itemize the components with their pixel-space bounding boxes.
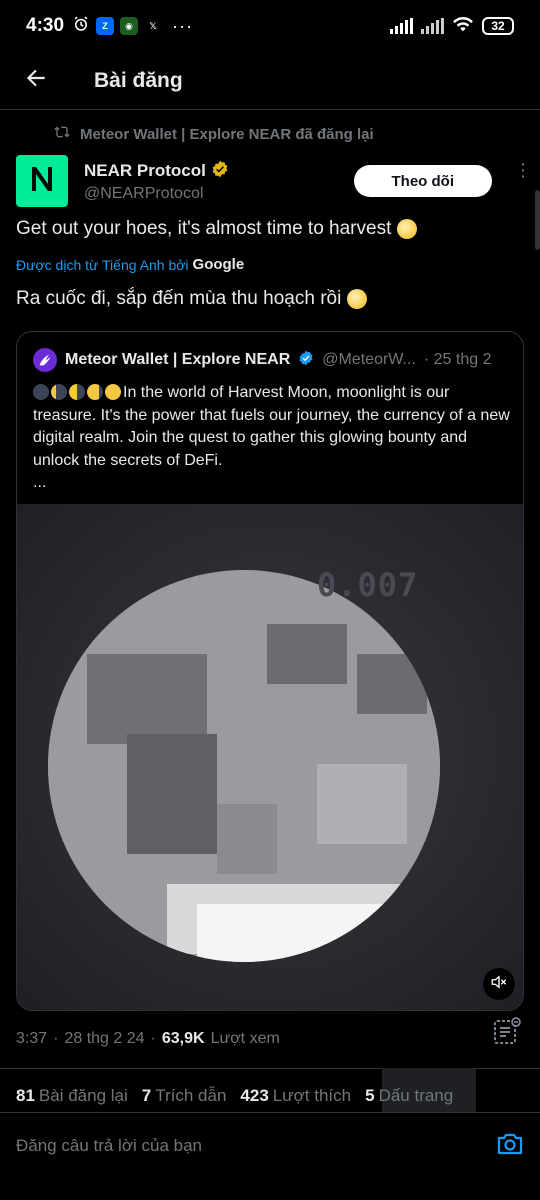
quoted-media-video[interactable]: 0.007 [17,504,523,1010]
quoted-body: In the world of Harvest Moon, moonlight … [33,382,513,472]
translated-text-content: Ra cuốc đi, sắp đến mùa thu hoạch rồi [16,288,342,309]
meta-separator: · [53,1030,59,1047]
near-logo-icon [27,164,57,199]
repost-icon [54,124,70,144]
signal-2-icon [421,18,444,34]
scrollbar[interactable] [535,190,540,250]
status-time: 4:30 [26,15,65,36]
more-vertical-icon: ⋮ [514,160,532,180]
view-label: Lượt xem [210,1030,280,1047]
reply-composer [0,1113,540,1179]
status-bar: 4:30 Z ◉ 𝕏 ··· 32 [0,0,540,52]
analytics-icon [492,1017,522,1050]
repost-indicator[interactable]: Meteor Wallet | Explore NEAR đã đăng lại [54,124,374,144]
alarm-icon [72,15,90,38]
meta-separator: · [150,1030,156,1047]
full-moon-emoji-icon [347,289,368,309]
media-counter: 0.007 [317,566,419,604]
follow-button[interactable]: Theo dõi [353,165,492,197]
mute-button[interactable] [483,968,515,1000]
post-analytics-button[interactable] [492,1016,522,1051]
post-text-content: Get out your hoes, it's almost time to h… [16,218,392,239]
back-button[interactable] [0,52,72,110]
arrow-left-icon [23,65,49,96]
zalo-icon: Z [96,17,115,35]
repost-text: Meteor Wallet | Explore NEAR đã đăng lại [80,125,374,143]
pixel-moon-image [48,570,440,962]
quoted-post-card[interactable]: Meteor Wallet | Explore NEAR @MeteorW...… [16,331,524,1011]
battery-icon: 32 [482,17,514,35]
post-text: Get out your hoes, it's almost time to h… [16,218,418,240]
translated-by-label: Được dịch từ Tiếng Anh bởi [16,256,189,273]
quoted-author: Meteor Wallet | Explore NEAR @MeteorW...… [33,348,513,372]
volume-mute-icon [490,973,508,996]
view-count: 63,9K [161,1030,205,1047]
moon-phases-emoji-icon [33,384,121,400]
status-left-icons: Z ◉ 𝕏 ··· [72,15,193,38]
verified-gold-icon [211,160,229,183]
avatar[interactable] [16,155,68,207]
post-author: NEAR Protocol @NEARProtocol Theo dõi ⋮ [16,154,532,208]
author-info[interactable]: NEAR Protocol @NEARProtocol [84,160,229,203]
quoted-author-name: Meteor Wallet | Explore NEAR [65,351,291,368]
camera-button[interactable] [496,1131,524,1162]
signal-icon [390,18,413,34]
translated-text: Ra cuốc đi, sắp đến mùa thu hoạch rồi [16,288,368,310]
system-nav-area [0,1180,540,1200]
meteor-avatar [33,348,57,372]
engagement-stats: 81 Bài đăng lại 7 Trích dẫn 423 Lượt thích … [16,1086,453,1106]
post-time: 3:37 [16,1030,48,1047]
quoted-date: · 25 thg 2 [423,351,492,368]
more-notifications-icon: ··· [172,15,194,36]
reposts-stat[interactable]: 81 Bài đăng lại [16,1086,128,1106]
quoted-ellipsis: ... [33,474,47,491]
app-icon: ◉ [120,17,139,35]
post-date: 28 thg 2 24 [64,1030,145,1047]
author-handle: @NEARProtocol [84,184,204,202]
top-app-bar: Bài đăng [0,52,540,110]
likes-stat[interactable]: 423 Lượt thích [240,1086,351,1106]
verified-blue-icon [298,350,314,371]
bookmarks-stat[interactable]: 5 Dấu trang [365,1086,453,1106]
reply-input[interactable] [16,1136,496,1156]
post-meta: 3:37 · 28 thg 2 24 · 63,9K Lượt xem [16,1030,280,1048]
author-name: NEAR Protocol [84,161,206,180]
status-right-icons: 32 [390,15,514,38]
quotes-stat[interactable]: 7 Trích dẫn [142,1086,227,1106]
translation-attribution[interactable]: Được dịch từ Tiếng Anh bởi Google [16,256,244,273]
wifi-icon [452,15,474,38]
camera-icon [497,1133,523,1154]
more-options-button[interactable]: ⋮ [514,161,532,179]
x-icon: 𝕏 [144,17,163,35]
quoted-author-handle: @MeteorW... [322,351,416,368]
page-title: Bài đăng [94,68,183,92]
full-moon-emoji-icon [397,219,418,239]
google-brand: Google [192,256,245,273]
